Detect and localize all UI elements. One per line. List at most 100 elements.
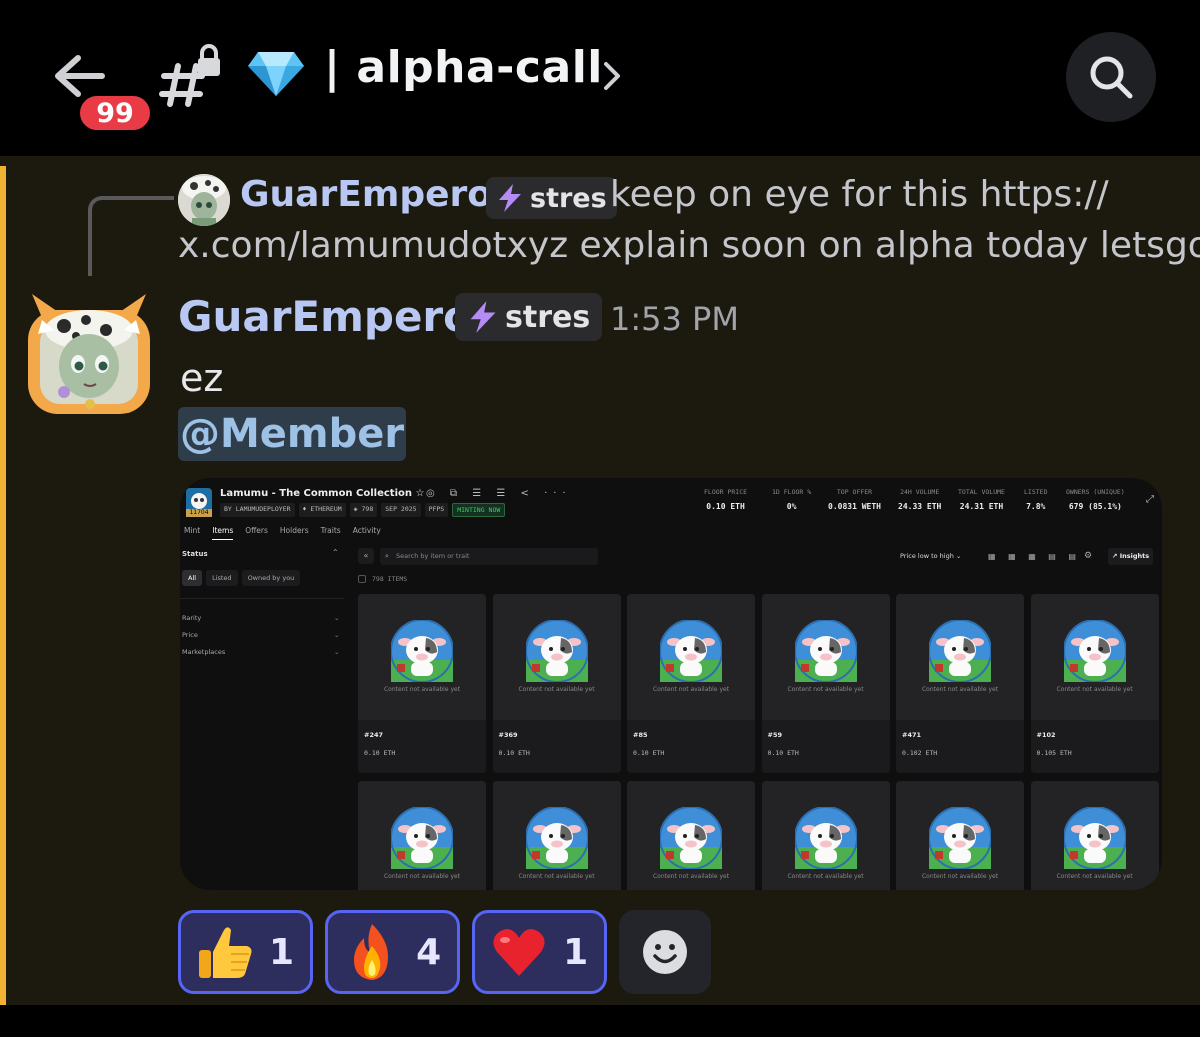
search-icon: ⌕ [385, 552, 389, 560]
tab-traits: Traits [320, 526, 341, 535]
meta-chip: BY LAMUMUDEPLOYER [220, 503, 295, 517]
nft-item-id: #369 [498, 731, 518, 739]
nft-cow-image [525, 807, 588, 869]
red-heart-icon [493, 929, 545, 976]
nft-item-card: Content not available yet #85 0.10 ETH [627, 594, 755, 773]
tab-offers: Offers [245, 526, 268, 535]
reaction-count: 1 [563, 931, 589, 973]
add-reaction-button[interactable] [619, 910, 712, 994]
reply-preview-line2[interactable]: x.com/lamumudotxyz explain soon on alpha… [178, 225, 1200, 266]
nft-item-image: Content not available yet [627, 594, 755, 720]
nft-item-image: Content not available yet [1030, 594, 1159, 720]
nft-cow-image [391, 620, 453, 682]
select-all-checkbox [358, 575, 366, 583]
nft-item-image: Content not available yet [896, 594, 1024, 720]
nft-cow-image [660, 620, 722, 682]
reply-avatar[interactable] [178, 174, 230, 226]
reaction-fire[interactable]: 4 [325, 910, 461, 994]
nft-item-price: 0.10 ETH [364, 749, 396, 757]
message-author-name[interactable]: GuarEmperor [178, 292, 493, 341]
content-placeholder: Content not available yet [921, 873, 999, 880]
nft-item-image: Content not available yet [492, 781, 621, 890]
nft-item-id: #247 [364, 731, 384, 739]
nft-item-card: Content not available yet #369 0.10 ETH [492, 594, 621, 773]
items-grid: Content not available yet #247 0.10 ETH Con… [358, 594, 1162, 890]
nft-item-image: Content not available yet [761, 594, 890, 720]
nft-item-card: Content not available yet [492, 781, 621, 890]
smiley-icon [643, 930, 688, 974]
status-pill: Listed [206, 570, 238, 586]
stat-1d-floor: 1D FLOOR % 0% [772, 488, 812, 511]
nft-item-image: Content not available yet [492, 594, 621, 720]
status-pill: All [182, 570, 203, 586]
nft-item-image: Content not available yet [761, 781, 890, 890]
search-button[interactable] [1066, 32, 1156, 122]
items-search-placeholder: Search by item or trait [396, 552, 470, 560]
nft-cow-image [794, 620, 857, 682]
status-label: Status [182, 550, 208, 558]
nft-item-card: Content not available yet #247 0.10 ETH [358, 594, 486, 773]
content-placeholder: Content not available yet [383, 686, 461, 693]
meta-chip: SEP 2025 [381, 503, 421, 517]
chevron-down-icon: ⌄ [334, 648, 340, 656]
mention-highlight-bar [0, 166, 6, 1005]
image-attachment[interactable]: 11704 Lamumu - The Common Collection ☆ ◎… [180, 478, 1162, 890]
meta-chip: ◈ 798 [349, 503, 378, 517]
nft-item-id: #85 [633, 731, 648, 739]
nft-item-card: Content not available yet [896, 781, 1024, 890]
nft-item-image: Content not available yet [1030, 781, 1159, 890]
tab-mint: Mint [184, 526, 201, 535]
tab-holders: Holders [279, 526, 309, 535]
nft-item-price: 0.10 ETH [498, 749, 530, 757]
reaction-count: 4 [416, 931, 442, 973]
content-placeholder: Content not available yet [787, 686, 864, 693]
nft-item-image: Content not available yet [358, 594, 486, 720]
nft-item-image: Content not available yet [627, 781, 755, 890]
collection-title: Lamumu - The Common Collection ☆ [220, 488, 425, 499]
reply-preview-line1[interactable]: keep on eye for this https:// [610, 174, 1109, 215]
item-count: 798 ITEMS [358, 575, 407, 583]
role-mention[interactable]: @Member [178, 407, 407, 461]
reply-server-tag[interactable]: stres [486, 177, 617, 219]
author-avatar[interactable] [24, 286, 154, 416]
chevron-down-icon: ⌄ [334, 631, 340, 639]
reaction-red-heart[interactable]: 1 [472, 910, 608, 994]
reactions-row: 1 4 1 [178, 910, 712, 994]
meta-chip: PFPS [424, 503, 449, 517]
collection-meta: BY LAMUMUDEPLOYER ♦ ETHEREUM ◈ 798 SEP 2… [220, 503, 506, 517]
stat-top-offer: TOP OFFER 0.0831 WETH [828, 488, 881, 511]
content-placeholder: Content not available yet [652, 686, 730, 693]
collapse-sidebar-icon: « [358, 548, 374, 564]
stat-24h-volume: 24H VOLUME 24.33 ETH [898, 488, 942, 511]
nft-item-price: 0.102 ETH [902, 749, 938, 757]
content-placeholder: Content not available yet [383, 873, 461, 880]
nft-cow-image [794, 807, 857, 869]
sort-dropdown: Price low to high ⌄ [900, 552, 962, 560]
stat-listed: LISTED 7.8% [1024, 488, 1048, 511]
locked-channel-icon [159, 44, 220, 107]
nft-cow-image [1063, 620, 1126, 682]
content-placeholder: Content not available yet [921, 686, 999, 693]
nft-cow-image [525, 620, 588, 682]
channel-title[interactable]: | alpha-call [324, 42, 603, 93]
channel-header: 99 | alpha-call [0, 0, 1200, 156]
lightning-icon [499, 184, 521, 212]
message-text: ez [180, 356, 224, 400]
nft-item-card: Content not available yet #102 0.105 ETH [1030, 594, 1159, 773]
reply-author-name[interactable]: GuarEmperor [240, 174, 510, 215]
search-icon [1090, 56, 1133, 99]
filter-price: Price [182, 631, 198, 639]
author-server-tag[interactable]: stres [455, 293, 603, 341]
view-mode-icons: ▦ ▦ ▦ ▤ ▤ [988, 552, 1081, 561]
meta-chip: ♦ ETHEREUM [298, 503, 346, 517]
nft-cow-image [1063, 807, 1126, 869]
content-placeholder: Content not available yet [652, 873, 730, 880]
reaction-thumbs-up[interactable]: 1 [178, 910, 314, 994]
nft-item-card: Content not available yet #59 0.10 ETH [761, 594, 890, 773]
chevron-right-icon[interactable] [600, 56, 624, 96]
reply-tag-label: stres [530, 182, 607, 214]
nft-item-id: #471 [902, 731, 922, 739]
nft-item-card: Content not available yet [358, 781, 486, 890]
nft-item-id: #59 [767, 731, 783, 739]
nft-cow-image [660, 807, 722, 869]
